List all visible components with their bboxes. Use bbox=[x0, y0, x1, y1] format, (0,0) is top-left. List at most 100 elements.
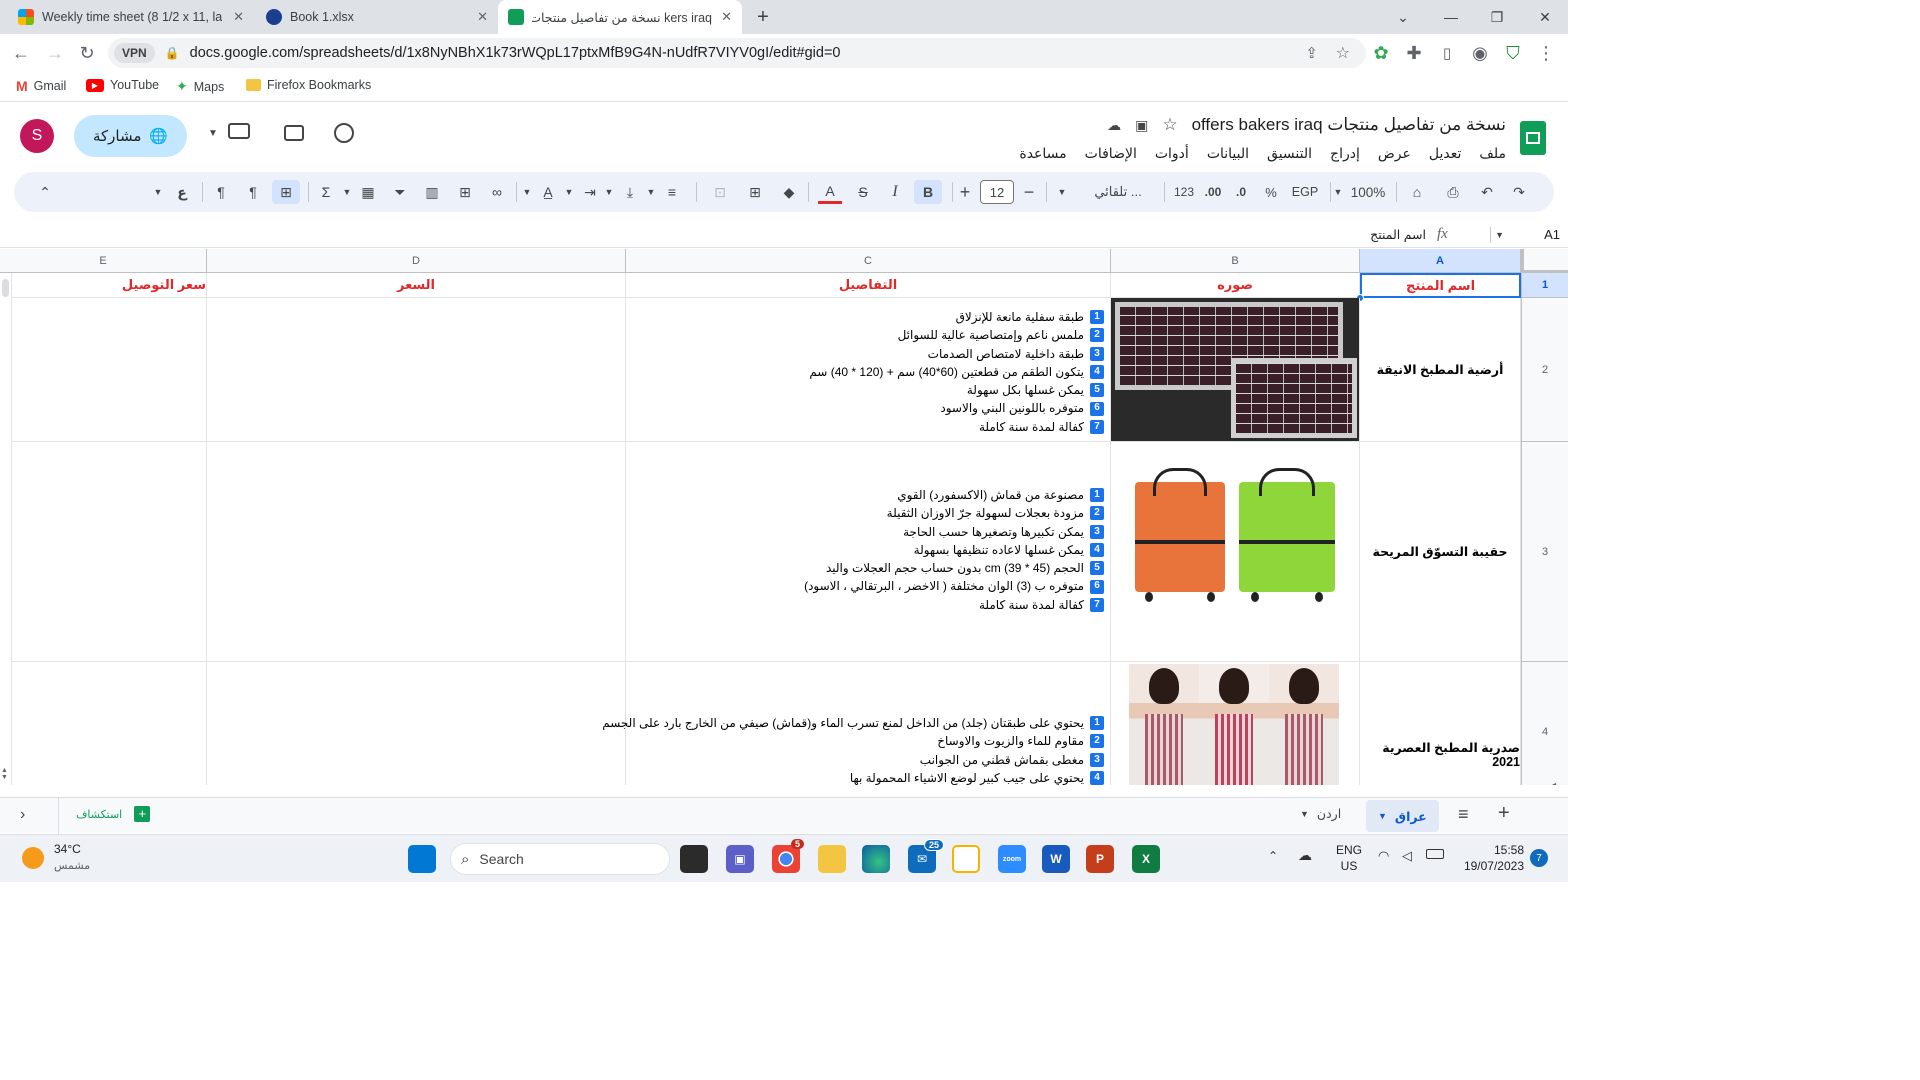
weather-temp[interactable]: 34°C bbox=[54, 842, 81, 856]
language-indicator[interactable]: ENG US bbox=[1336, 842, 1362, 874]
close-tab-icon[interactable]: ✕ bbox=[233, 9, 244, 25]
weather-sun-icon[interactable] bbox=[22, 847, 44, 869]
bookmark-maps[interactable]: ✦ Maps bbox=[176, 78, 224, 95]
shield-icon[interactable]: ⛉ bbox=[1500, 40, 1526, 66]
zoom-dropdown-icon[interactable]: ▼ bbox=[1332, 180, 1344, 204]
formula-input[interactable]: اسم المنتج bbox=[1370, 227, 1426, 242]
cell-b1[interactable]: صوره bbox=[1111, 273, 1360, 298]
vertical-align-icon[interactable]: ⤓ bbox=[620, 180, 640, 204]
text-color-icon[interactable]: A bbox=[818, 180, 842, 204]
menu-view[interactable]: عرض bbox=[1378, 145, 1411, 162]
zoom-icon[interactable]: zoom bbox=[998, 845, 1026, 873]
vpn-app-icon[interactable] bbox=[952, 845, 980, 873]
move-folder-icon[interactable]: ▣ bbox=[1135, 117, 1148, 134]
fill-color-icon[interactable]: ◆ bbox=[778, 180, 800, 204]
doc-title[interactable]: نسخة من تفاصيل منتجات offers bakers iraq bbox=[1192, 115, 1506, 135]
column-header-c[interactable]: C bbox=[626, 249, 1111, 273]
menu-file[interactable]: ملف bbox=[1479, 145, 1506, 162]
word-icon[interactable]: W bbox=[1042, 845, 1070, 873]
rtl-dropdown-icon[interactable]: ▼ bbox=[152, 180, 164, 204]
close-tab-icon[interactable]: ✕ bbox=[477, 9, 488, 25]
explore-collapse-icon[interactable]: › bbox=[20, 806, 25, 824]
reload-icon[interactable]: ↻ bbox=[74, 40, 100, 66]
bookmark-youtube[interactable]: ▶ YouTube bbox=[86, 78, 159, 92]
cell-d2[interactable] bbox=[207, 298, 626, 442]
wifi-icon[interactable]: ◠ bbox=[1378, 848, 1389, 864]
task-view-icon[interactable] bbox=[680, 845, 708, 873]
comments-icon[interactable] bbox=[284, 125, 304, 141]
new-tab-button[interactable]: + bbox=[750, 4, 776, 30]
lock-icon[interactable]: 🔒 bbox=[165, 46, 180, 60]
row-header-4[interactable]: 4 bbox=[1521, 662, 1568, 785]
cell-d1[interactable]: السعر bbox=[207, 273, 626, 298]
cell-e2[interactable] bbox=[12, 298, 207, 442]
undo-icon[interactable]: ↶ bbox=[1476, 180, 1498, 204]
row-header-3[interactable]: 3 bbox=[1521, 442, 1568, 662]
cell-a1-selected[interactable]: اسم المنتج bbox=[1360, 273, 1521, 298]
halign-dropdown-icon[interactable]: ▼ bbox=[646, 180, 656, 204]
teams-icon[interactable]: ▣ bbox=[726, 845, 754, 873]
menu-data[interactable]: البيانات bbox=[1207, 145, 1249, 162]
side-panel-icon[interactable]: ▯ bbox=[1434, 40, 1460, 66]
horizontal-align-icon[interactable]: ≡ bbox=[662, 180, 682, 204]
zoom-select[interactable]: 100% bbox=[1348, 180, 1388, 204]
column-header-e[interactable]: E bbox=[0, 249, 207, 273]
merge-cells-icon[interactable]: ⊡ bbox=[708, 180, 732, 204]
cell-b2-image[interactable] bbox=[1111, 298, 1360, 442]
filter-icon[interactable]: ⏷ bbox=[390, 180, 410, 204]
sheet-tab-iraq[interactable]: ▼ عراق bbox=[1366, 800, 1439, 832]
meet-dropdown-icon[interactable]: ▼ bbox=[208, 128, 218, 139]
functions-dropdown-icon[interactable]: ▼ bbox=[342, 180, 352, 204]
back-icon[interactable]: ← bbox=[8, 40, 34, 66]
file-explorer-icon[interactable] bbox=[818, 845, 846, 873]
forward-icon[interactable]: → bbox=[42, 40, 68, 66]
strikethrough-icon[interactable]: S bbox=[852, 180, 874, 204]
cloud-status-icon[interactable]: ☁ bbox=[1107, 117, 1121, 134]
cell-c1[interactable]: التفاصيل bbox=[626, 273, 1111, 298]
profile-icon[interactable]: ◉ bbox=[1467, 40, 1493, 66]
font-family-select[interactable]: تلقائي ... bbox=[1076, 180, 1160, 204]
browser-tab-book1[interactable]: Book 1.xlsx ✕ bbox=[256, 0, 498, 34]
rotation-dropdown-icon[interactable]: ▼ bbox=[522, 180, 532, 204]
font-size-decrease-icon[interactable]: − bbox=[1020, 180, 1038, 204]
battery-icon[interactable] bbox=[1426, 849, 1444, 859]
star-icon[interactable]: ☆ bbox=[1162, 115, 1177, 135]
menu-tools[interactable]: أدوات bbox=[1155, 145, 1189, 162]
clock[interactable]: 15:58 19/07/2023 bbox=[1462, 842, 1524, 874]
close-window-icon[interactable]: ✕ bbox=[1532, 4, 1558, 30]
functions-icon[interactable]: Σ bbox=[316, 180, 336, 204]
omnibox[interactable]: VPN 🔒 docs.google.com/spreadsheets/d/1x8… bbox=[108, 38, 1366, 68]
cell-c2[interactable]: 1 طبقة سفلية مانعة للإنزلاق 2 ملمس ناعم وإ… bbox=[626, 298, 1111, 442]
menu-format[interactable]: التنسيق bbox=[1267, 145, 1312, 162]
add-sheet-icon[interactable]: + bbox=[1498, 802, 1510, 825]
cell-d4[interactable] bbox=[207, 662, 626, 785]
menu-edit[interactable]: تعديل bbox=[1429, 145, 1462, 162]
bookmark-star-icon[interactable]: ☆ bbox=[1336, 43, 1350, 63]
cell-a3[interactable]: حقيبة التسوّق المريحة bbox=[1360, 442, 1521, 662]
name-box-dropdown-icon[interactable]: ▼ bbox=[1495, 230, 1504, 240]
cell-e3[interactable] bbox=[12, 442, 207, 662]
row-header-2[interactable]: 2 bbox=[1521, 298, 1568, 442]
font-size-increase-icon[interactable]: + bbox=[956, 180, 974, 204]
row-header-1[interactable]: 1 bbox=[1521, 273, 1568, 298]
redo-icon[interactable]: ↷ bbox=[1508, 180, 1530, 204]
bold-icon[interactable]: B bbox=[914, 180, 942, 204]
currency-format-button[interactable]: EGP bbox=[1288, 180, 1322, 204]
font-dropdown-icon[interactable]: ▼ bbox=[1056, 180, 1068, 204]
taskbar-search-box[interactable]: ⌕ Search bbox=[450, 843, 670, 875]
avatar[interactable]: S bbox=[20, 119, 54, 153]
select-all-corner[interactable] bbox=[1521, 249, 1568, 273]
cell-c3[interactable]: 1 مصنوعة من قماش (الاكسفورد) القوي 2 مزودة… bbox=[626, 442, 1111, 662]
scroll-left-arrow-icon[interactable]: ◀ bbox=[1550, 781, 1556, 785]
rtl-text-icon[interactable]: ع bbox=[172, 180, 192, 204]
vpn-badge[interactable]: VPN bbox=[114, 43, 155, 63]
ltr-paragraph-icon[interactable]: ¶ bbox=[210, 180, 232, 204]
tray-overflow-icon[interactable]: ⌃ bbox=[1268, 849, 1278, 863]
text-wrap-icon[interactable]: ⇥ bbox=[580, 180, 600, 204]
italic-icon[interactable]: I bbox=[884, 180, 906, 204]
column-header-d[interactable]: D bbox=[207, 249, 626, 273]
browser-tab-weekly-timesheet[interactable]: Weekly time sheet (8 1/2 x 11, lar ✕ bbox=[8, 0, 254, 34]
sheets-logo-icon[interactable] bbox=[1520, 121, 1546, 155]
sheet-tab-jordan[interactable]: ▼ اردن bbox=[1300, 806, 1341, 821]
print-icon[interactable]: ⎙ bbox=[1442, 180, 1464, 204]
